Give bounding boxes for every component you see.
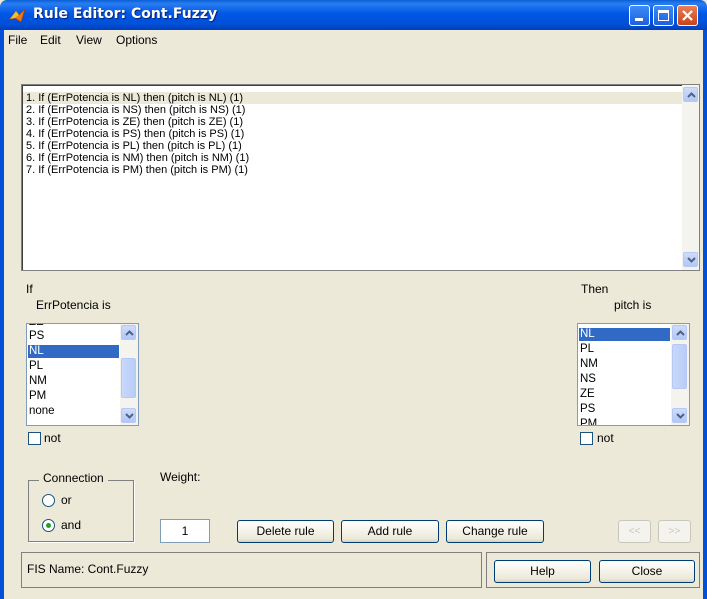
- chevron-down-icon: [125, 413, 134, 419]
- menu-options[interactable]: Options: [116, 33, 157, 47]
- window-title: Rule Editor: Cont.Fuzzy: [33, 6, 218, 22]
- scroll-down-button[interactable]: [121, 408, 136, 423]
- chevron-down-icon: [687, 257, 696, 263]
- list-item[interactable]: ZE: [28, 324, 120, 329]
- close-icon: [682, 10, 693, 21]
- scroll-thumb[interactable]: [672, 344, 687, 389]
- rule-item[interactable]: 3. If (ErrPotencia is ZE) then (pitch is…: [26, 116, 243, 128]
- window-frame-left: [0, 50, 4, 599]
- chevron-up-icon: [687, 92, 696, 98]
- rule-item[interactable]: 1. If (ErrPotencia is NL) then (pitch is…: [23, 92, 683, 104]
- list-item[interactable]: NS: [579, 373, 671, 386]
- list-item-selected[interactable]: NL: [579, 328, 670, 341]
- if-header: If: [26, 282, 33, 296]
- window-frame-right: [703, 50, 707, 599]
- menu-file[interactable]: File: [8, 33, 27, 47]
- radio-and[interactable]: [42, 519, 55, 532]
- close-button[interactable]: Close: [599, 560, 695, 583]
- scroll-thumb[interactable]: [121, 358, 136, 398]
- radio-or-label: or: [61, 493, 72, 507]
- menu-edit[interactable]: Edit: [40, 33, 61, 47]
- scroll-down-button[interactable]: [683, 252, 698, 267]
- status-box: FIS Name: Cont.Fuzzy: [21, 552, 482, 588]
- status-text: FIS Name: Cont.Fuzzy: [27, 562, 149, 576]
- if-not-label: not: [44, 431, 61, 445]
- then-variable-label: pitch is: [614, 298, 652, 312]
- menu-bar: File Edit View Options: [0, 30, 707, 50]
- list-item[interactable]: PM: [579, 418, 671, 425]
- weight-input[interactable]: 1: [160, 519, 210, 543]
- if-membership-list[interactable]: ZE PS NL PL NM PM none: [26, 323, 139, 426]
- then-header: Then: [581, 282, 609, 296]
- if-variable-label: ErrPotencia is: [36, 298, 111, 312]
- list-item[interactable]: PL: [579, 343, 671, 356]
- list-item[interactable]: PL: [28, 360, 120, 373]
- matlab-icon: [9, 8, 26, 23]
- list-item[interactable]: PM: [28, 390, 120, 403]
- list-item[interactable]: PS: [579, 403, 671, 416]
- help-button[interactable]: Help: [494, 560, 591, 583]
- weight-label: Weight:: [160, 470, 201, 484]
- then-not-checkbox[interactable]: [580, 432, 593, 445]
- then-membership-list[interactable]: NL PL NM NS ZE PS PM: [577, 323, 690, 426]
- scroll-up-button[interactable]: [121, 325, 136, 340]
- maximize-icon: [658, 10, 669, 21]
- menu-view[interactable]: View: [76, 33, 102, 47]
- close-window-button[interactable]: [677, 5, 698, 26]
- list-item[interactable]: NM: [579, 358, 671, 371]
- minimize-button[interactable]: [629, 5, 650, 26]
- rules-list[interactable]: 1. If (ErrPotencia is NL) then (pitch is…: [21, 84, 700, 271]
- rule-item[interactable]: 4. If (ErrPotencia is PS) then (pitch is…: [26, 128, 244, 140]
- scroll-down-button[interactable]: [672, 408, 687, 423]
- radio-or[interactable]: [42, 494, 55, 507]
- list-item[interactable]: NM: [28, 375, 120, 388]
- scroll-up-button[interactable]: [683, 87, 698, 102]
- rule-item[interactable]: 2. If (ErrPotencia is NS) then (pitch is…: [26, 104, 245, 116]
- maximize-button[interactable]: [653, 5, 674, 26]
- if-not-checkbox[interactable]: [28, 432, 41, 445]
- rule-item[interactable]: 7. If (ErrPotencia is PM) then (pitch is…: [26, 164, 248, 176]
- list-item-selected[interactable]: NL: [28, 345, 119, 358]
- radio-and-label: and: [61, 518, 82, 532]
- prev-button[interactable]: <<: [618, 520, 651, 543]
- connection-group: [28, 480, 134, 542]
- list-item[interactable]: none: [28, 405, 120, 418]
- connection-legend: Connection: [39, 471, 108, 485]
- rules-scrollbar[interactable]: [682, 85, 699, 270]
- radio-selected-dot: [46, 523, 51, 528]
- list-item[interactable]: ZE: [579, 388, 671, 401]
- rule-item[interactable]: 6. If (ErrPotencia is NM) then (pitch is…: [26, 152, 249, 164]
- change-rule-button[interactable]: Change rule: [446, 520, 544, 543]
- minimize-icon: [635, 18, 643, 21]
- scroll-up-button[interactable]: [672, 325, 687, 340]
- chevron-up-icon: [676, 330, 685, 336]
- next-button[interactable]: >>: [658, 520, 691, 543]
- add-rule-button[interactable]: Add rule: [341, 520, 439, 543]
- if-list-scrollbar[interactable]: [120, 324, 138, 425]
- delete-rule-button[interactable]: Delete rule: [237, 520, 334, 543]
- chevron-down-icon: [676, 413, 685, 419]
- list-item[interactable]: PS: [28, 330, 120, 343]
- rule-item[interactable]: 5. If (ErrPotencia is PL) then (pitch is…: [26, 140, 242, 152]
- title-bar: Rule Editor: Cont.Fuzzy: [0, 0, 707, 30]
- chevron-up-icon: [125, 330, 134, 336]
- then-not-label: not: [597, 431, 614, 445]
- then-list-scrollbar[interactable]: [671, 324, 689, 425]
